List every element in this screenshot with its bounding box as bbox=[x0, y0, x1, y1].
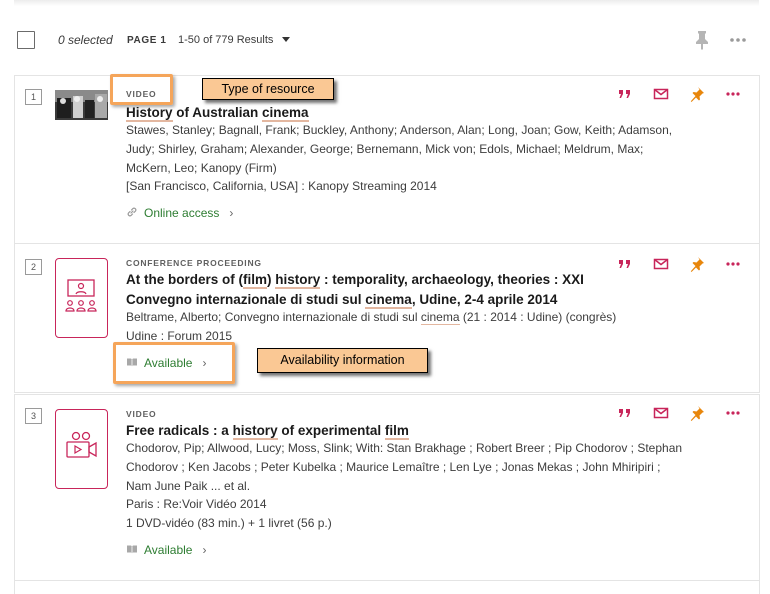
details-highlight: cinema bbox=[420, 310, 460, 325]
pin-record-icon[interactable] bbox=[689, 86, 705, 102]
email-icon[interactable] bbox=[653, 405, 669, 421]
result-title[interactable]: At the borders of (film) history : tempo… bbox=[126, 270, 646, 310]
more-options-icon[interactable] bbox=[729, 30, 747, 48]
title-text: , Udine, 2-4 aprile 2014 bbox=[411, 292, 558, 307]
results-toolbar: 0 selected PAGE 1 1-50 of 779 Results bbox=[0, 24, 770, 58]
chevron-right-icon: › bbox=[202, 543, 207, 557]
select-all-checkbox[interactable] bbox=[17, 31, 35, 49]
chevron-right-icon: › bbox=[229, 206, 234, 220]
title-highlight: cinema bbox=[365, 292, 412, 309]
details-line: Beltrame, Alberto; Convegno internaziona… bbox=[126, 308, 706, 327]
email-icon[interactable] bbox=[653, 86, 669, 102]
availability-highlight-box bbox=[113, 342, 235, 384]
resource-type: CONFERENCE PROCEEDING bbox=[126, 258, 262, 268]
conference-thumbnail[interactable] bbox=[55, 258, 108, 338]
result-details: Chodorov, Pip; Allwood, Lucy; Moss, Slin… bbox=[126, 439, 706, 533]
result-actions bbox=[617, 256, 745, 272]
citation-icon[interactable] bbox=[617, 256, 633, 272]
results-range-dropdown-icon[interactable] bbox=[282, 37, 290, 42]
details-line: Nam June Paik ... et al. bbox=[126, 478, 251, 493]
pin-record-icon[interactable] bbox=[689, 405, 705, 421]
details-line: Paris : Re:Voir Vidéo 2014 bbox=[126, 497, 267, 512]
details-line: Stawes, Stanley; Bagnall, Frank; Buckley… bbox=[126, 123, 673, 137]
details-line: 1 DVD-vidéo (83 min.) + 1 livret (56 p.) bbox=[126, 516, 332, 531]
result-number: 3 bbox=[25, 408, 42, 424]
title-line: Convegno internazionale di studi sul cin… bbox=[126, 290, 646, 310]
email-icon[interactable] bbox=[653, 256, 669, 272]
result-details: Stawes, Stanley; Bagnall, Frank; Buckley… bbox=[126, 121, 706, 196]
title-highlight: film bbox=[384, 423, 409, 440]
title-highlight: cinema bbox=[262, 105, 309, 122]
link-icon bbox=[126, 206, 138, 221]
title-text: of experimental bbox=[277, 423, 385, 438]
result-title[interactable]: Free radicals : a history of experimenta… bbox=[126, 421, 646, 441]
selected-count: 0 selected bbox=[58, 33, 113, 47]
result-actions bbox=[617, 405, 745, 421]
details-text: (21 : 2014 : Udine) (congrès) bbox=[459, 310, 617, 324]
title-line: At the borders of (film) history : tempo… bbox=[126, 270, 646, 290]
resource-type: VIDEO bbox=[126, 409, 157, 419]
details-text: Beltrame, Alberto; Convegno internaziona… bbox=[126, 310, 421, 324]
title-highlight: film bbox=[243, 272, 268, 289]
result-details: Beltrame, Alberto; Convegno internaziona… bbox=[126, 308, 706, 346]
availability-label: Available bbox=[144, 543, 193, 557]
pin-record-icon[interactable] bbox=[689, 256, 705, 272]
book-icon bbox=[126, 543, 138, 558]
page-label: PAGE 1 bbox=[127, 35, 167, 46]
video-thumbnail[interactable] bbox=[55, 409, 108, 489]
more-options-icon[interactable] bbox=[725, 86, 741, 102]
availability-label: Online access bbox=[144, 206, 220, 220]
title-text: : temporality, archaeology, theories : X… bbox=[320, 272, 584, 287]
pin-icon[interactable] bbox=[694, 30, 710, 50]
citation-icon[interactable] bbox=[617, 405, 633, 421]
result-card-3[interactable]: 3 VIDEO Free radicals : a history of exp… bbox=[14, 394, 760, 581]
resource-type-highlight-box bbox=[110, 74, 173, 105]
citation-icon[interactable] bbox=[617, 86, 633, 102]
result-actions bbox=[617, 86, 745, 102]
result-number: 1 bbox=[25, 89, 42, 105]
type-of-resource-callout: Type of resource bbox=[202, 78, 334, 100]
top-divider bbox=[14, 0, 759, 6]
details-line: Chodorov, Pip; Allwood, Lucy; Moss, Slin… bbox=[126, 441, 683, 455]
result-card-4[interactable] bbox=[14, 580, 760, 594]
details-line: McKern, Leo; Kanopy (Firm) bbox=[126, 160, 277, 175]
availability-link[interactable]: Available › bbox=[126, 541, 206, 559]
title-highlight: history bbox=[275, 272, 321, 289]
availability-information-callout: Availability information bbox=[257, 348, 428, 373]
more-options-icon[interactable] bbox=[725, 405, 741, 421]
online-access-link[interactable]: Online access › bbox=[126, 204, 233, 222]
details-line: Judy; Shirley, Graham; Alexander, George… bbox=[126, 141, 644, 156]
result-number: 2 bbox=[25, 259, 42, 275]
title-text: Convegno internazionale di studi sul bbox=[126, 292, 366, 307]
title-highlight: history bbox=[232, 423, 278, 440]
title-text: of Australian bbox=[172, 105, 263, 120]
results-range: 1-50 of 779 Results bbox=[178, 34, 274, 46]
details-line: [San Francisco, California, USA] : Kanop… bbox=[126, 179, 437, 194]
more-options-icon[interactable] bbox=[725, 256, 741, 272]
title-text: Free radicals : a bbox=[126, 423, 233, 438]
video-thumbnail[interactable] bbox=[55, 90, 108, 120]
result-title[interactable]: History of Australian cinema bbox=[126, 103, 646, 123]
title-text: At the borders of ( bbox=[126, 272, 243, 287]
title-highlight: History bbox=[126, 105, 173, 122]
details-line: Chodorov ; Ken Jacobs ; Peter Kubelka ; … bbox=[126, 459, 661, 474]
